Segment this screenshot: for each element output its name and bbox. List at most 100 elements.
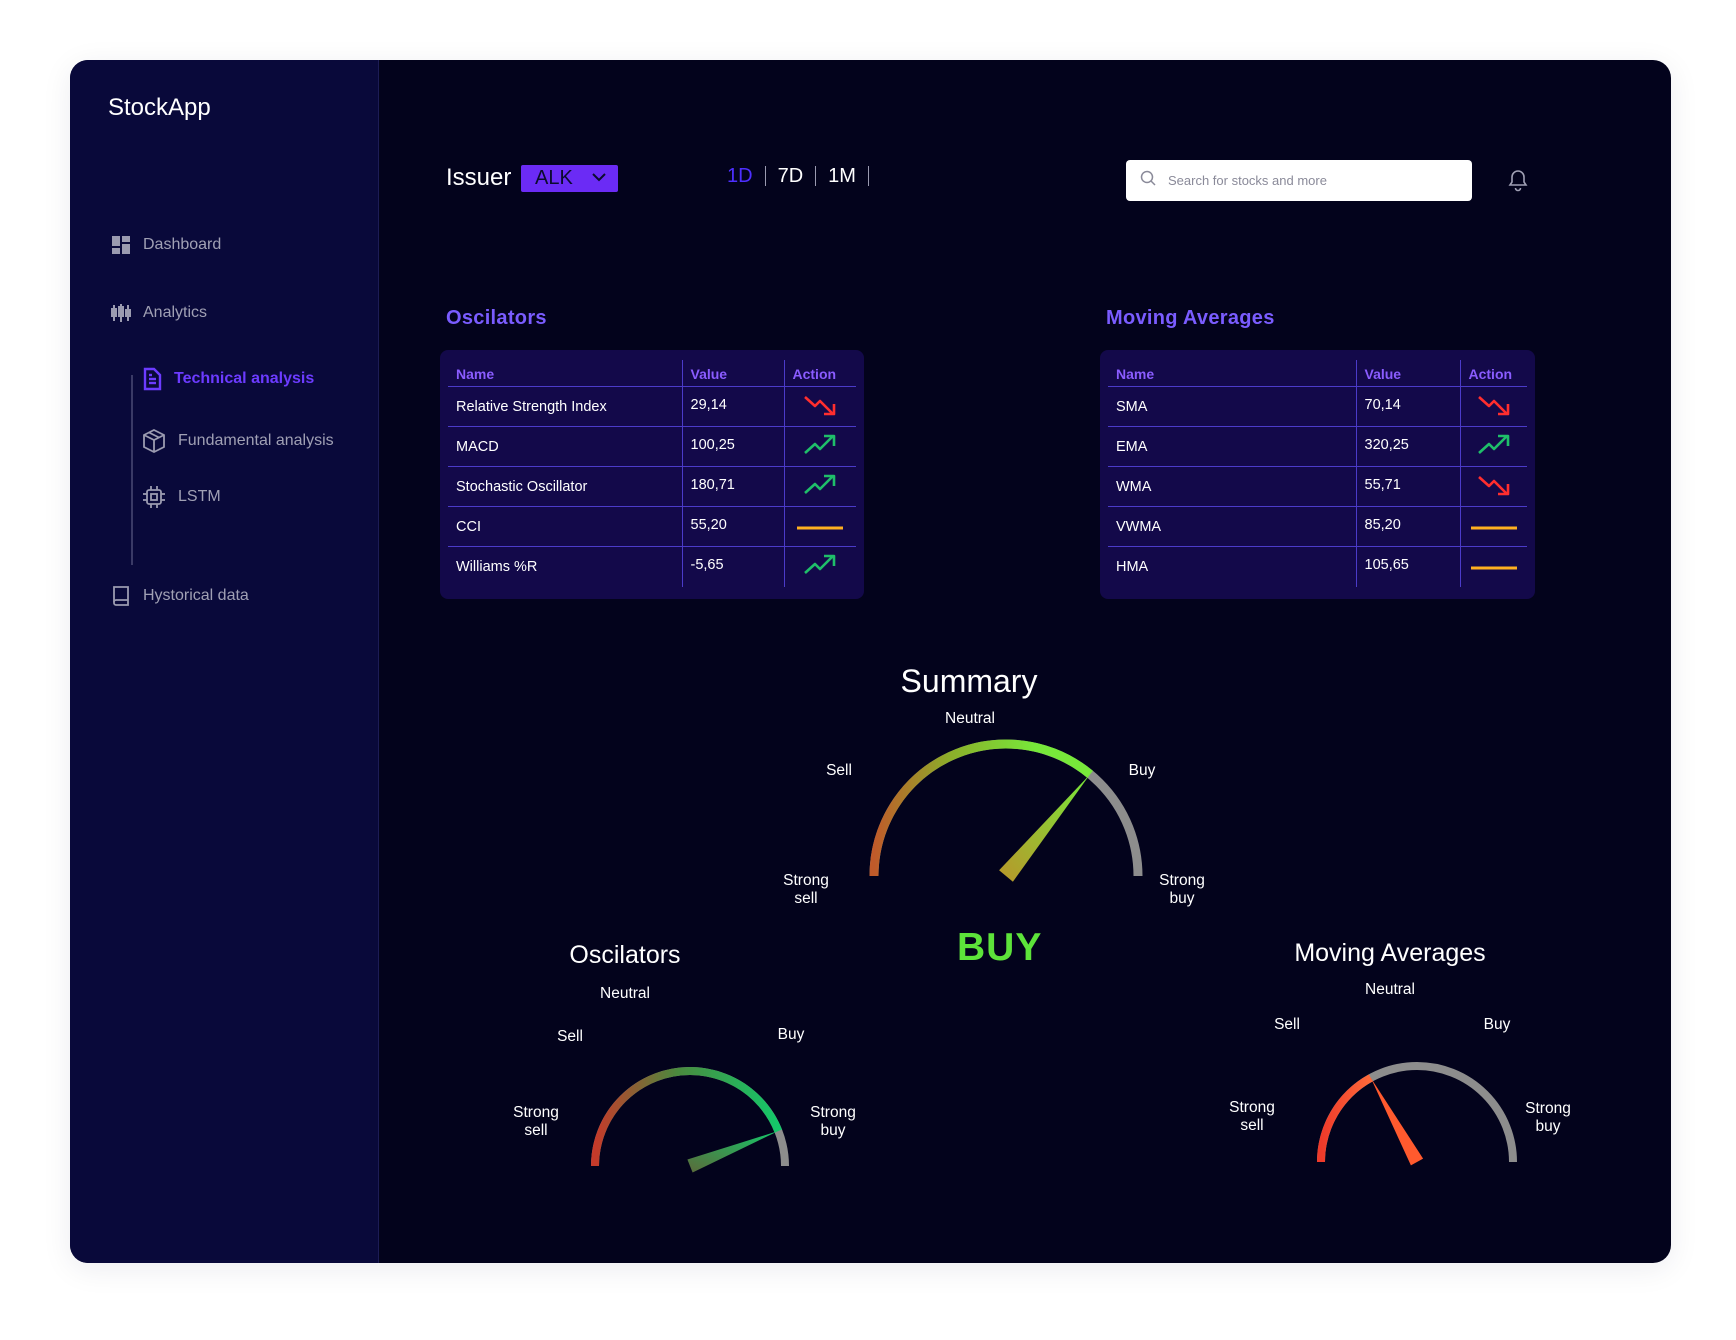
summary-gauge-title: Summary <box>900 663 1038 699</box>
sidebar-item-fundamental-analysis[interactable]: Fundamental analysis <box>141 428 334 454</box>
period-7d[interactable]: 7D <box>766 166 817 186</box>
issuer-select[interactable]: ALK <box>521 165 618 192</box>
column-header-name: Name <box>1108 360 1356 387</box>
summary-gauge-needle <box>999 774 1091 882</box>
table-header: Name Value Action <box>448 360 856 387</box>
oscillators-table: Name Value Action Relative Strength Inde… <box>440 350 864 599</box>
sidebar-item-hystorical-data[interactable]: Hystorical data <box>110 585 249 607</box>
indicator-value: 85,20 <box>1355 506 1460 547</box>
neutral-line-icon <box>1470 559 1517 575</box>
table-row: Williams %R -5,65 <box>448 546 856 587</box>
table-row: MACD 100,25 <box>448 426 856 467</box>
indicator-name: MACD <box>448 426 682 467</box>
oscillators-gauge-title: Oscilators <box>569 941 681 969</box>
column-header-value: Value <box>681 360 784 387</box>
chevron-down-icon <box>590 168 608 192</box>
oscillators-gauge-needle <box>687 1131 779 1173</box>
table-row: WMA 55,71 <box>1108 466 1527 507</box>
indicator-action <box>783 426 856 467</box>
moving-averages-label-buy: Buy <box>1483 1016 1511 1033</box>
indicator-action <box>783 546 856 587</box>
trend-down-icon <box>803 395 837 421</box>
period-1m[interactable]: 1M <box>816 166 869 186</box>
period-1d[interactable]: 1D <box>715 166 766 186</box>
indicator-name: Williams %R <box>456 558 538 575</box>
sidebar-item-technical-analysis[interactable]: Technical analysis <box>141 367 315 391</box>
indicator-value: 100,25 <box>681 426 784 467</box>
indicator-action <box>1459 466 1527 507</box>
table-row: Relative Strength Index 29,14 <box>448 386 856 427</box>
search-input[interactable] <box>1168 173 1458 188</box>
cube-icon <box>141 428 167 454</box>
document-icon <box>141 367 163 391</box>
dashboard-icon <box>110 234 132 256</box>
indicator-action <box>783 466 856 507</box>
indicator-action <box>1459 386 1527 427</box>
table-row: EMA 320,25 <box>1108 426 1527 467</box>
moving-averages-label-strong-sell: Strong sell <box>1229 1099 1275 1134</box>
period-selector: 1D 7D 1M <box>715 166 869 186</box>
search-bar <box>1126 160 1472 201</box>
column-header-value: Value <box>1355 360 1460 387</box>
summary-label-strong-buy: Strong buy <box>1159 872 1205 907</box>
moving-averages-gauge-title: Moving Averages <box>1294 939 1486 967</box>
summary-label-strong-sell: Strong sell <box>783 872 829 907</box>
column-header-action: Action <box>783 360 856 387</box>
indicator-value: 320,25 <box>1355 426 1460 467</box>
trend-up-icon <box>803 474 837 501</box>
indicator-name: EMA <box>1108 426 1356 467</box>
indicator-name: HMA <box>1116 558 1149 575</box>
notification-bell-icon[interactable] <box>1507 168 1529 197</box>
table-row: CCI 55,20 <box>448 506 856 547</box>
neutral-line-icon <box>1470 519 1517 535</box>
column-header-action: Action <box>1459 360 1527 387</box>
sidebar-item-label: Dashboard <box>143 236 222 253</box>
oscillators-label-strong-sell: Strong sell <box>513 1104 559 1139</box>
summary-gauge-track <box>869 739 1143 877</box>
indicator-value: 180,71 <box>681 466 784 507</box>
oscillators-gauge-track <box>591 1067 789 1167</box>
moving-averages-label-sell: Sell <box>1274 1016 1300 1033</box>
oscillators-label-sell: Sell <box>557 1028 583 1045</box>
indicator-action <box>1459 546 1527 587</box>
oscillators-title: Oscilators <box>446 307 547 329</box>
summary-verdict: BUY <box>957 926 1043 969</box>
issuer-value: ALK <box>535 167 573 189</box>
sidebar-item-label: Technical analysis <box>174 370 315 387</box>
sidebar-item-dashboard[interactable]: Dashboard <box>110 234 221 256</box>
indicator-value: 70,14 <box>1355 386 1460 427</box>
sidebar-item-label: Fundamental analysis <box>178 432 334 449</box>
indicator-name: Relative Strength Index <box>448 386 682 427</box>
indicator-value: 105,65 <box>1355 546 1460 587</box>
summary-label-neutral: Neutral <box>945 710 995 727</box>
column-header-name: Name <box>448 360 682 387</box>
neutral-line-icon <box>797 519 844 535</box>
indicator-action <box>783 506 856 547</box>
sidebar-item-label: Analytics <box>143 304 208 321</box>
moving-averages-gauge-track <box>1317 1062 1517 1163</box>
sidebar-item-lstm[interactable]: LSTM <box>141 484 221 510</box>
sidebar: StockApp Dashboard Analytics Technical a… <box>70 60 379 1263</box>
submenu-divider <box>131 375 133 565</box>
indicator-action <box>1459 426 1527 467</box>
oscillators-label-buy: Buy <box>777 1026 805 1043</box>
app-name: StockApp <box>108 94 211 121</box>
trend-up-icon <box>803 434 837 461</box>
moving-averages-title: Moving Averages <box>1106 307 1275 329</box>
moving-averages-gauge-needle <box>1370 1077 1424 1166</box>
sidebar-item-analytics[interactable]: Analytics <box>110 302 207 324</box>
indicator-action <box>1459 506 1527 547</box>
table-header: Name Value Action <box>1108 360 1527 387</box>
trend-down-icon <box>1477 395 1511 421</box>
issuer-label: Issuer <box>446 164 512 191</box>
app-window: StockApp Dashboard Analytics Technical a… <box>70 60 1671 1263</box>
oscillators-label-strong-buy: Strong buy <box>810 1104 856 1139</box>
moving-averages-table: Name Value Action SMA 70,14 EMA 320,25 WMA 55… <box>1100 350 1535 599</box>
indicator-name: VWMA <box>1108 506 1356 547</box>
sidebar-item-label: Hystorical data <box>143 587 249 604</box>
table-row: VWMA 85,20 <box>1108 506 1527 547</box>
table-row: Stochastic Oscillator 180,71 <box>448 466 856 507</box>
indicator-action <box>783 386 856 427</box>
moving-averages-gauge-fill <box>1317 1074 1373 1163</box>
candlestick-icon <box>110 302 132 324</box>
